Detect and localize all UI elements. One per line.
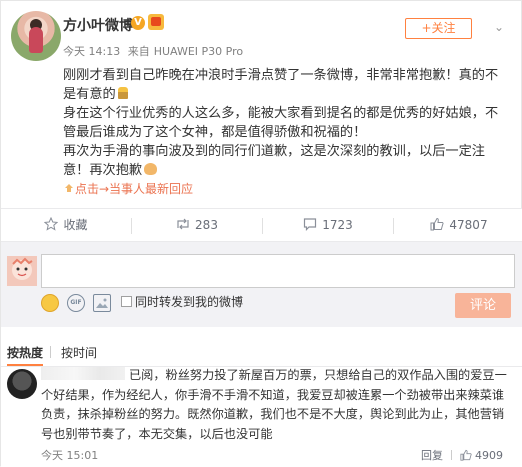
thumbs-up-icon bbox=[430, 211, 444, 231]
forward-checkbox[interactable] bbox=[121, 296, 132, 307]
submit-comment-button[interactable]: 评论 bbox=[455, 293, 511, 318]
post-body: 刚刚才看到自己昨晚在冲浪时手滑点赞了一条微博，非常非常抱歉！真的不是有意的 身在… bbox=[63, 66, 509, 199]
post-paragraph: 再次为手滑的事向波及到的同行们道歉，这是次深刻的教训，以后一定注意！再次抱歉 bbox=[63, 144, 485, 178]
comment-sort-bar: 按热度 按时间 bbox=[1, 327, 522, 367]
post-time[interactable]: 今天 14:13 bbox=[63, 45, 120, 58]
follow-button[interactable]: +关注 bbox=[405, 18, 472, 39]
user-avatar[interactable] bbox=[11, 11, 61, 61]
chevron-down-icon[interactable]: ⌄ bbox=[491, 19, 507, 35]
forward-label[interactable]: 同时转发到我的微博 bbox=[135, 293, 243, 310]
pointer-emoji-icon bbox=[63, 181, 75, 193]
post-paragraph: 刚刚才看到自己昨晚在冲浪时手滑点赞了一条微博，非常非常抱歉！真的不是有意的 bbox=[63, 68, 499, 102]
post-meta: 今天 14:13 来自 HUAWEI P30 Pro bbox=[63, 43, 247, 59]
post-source-label: 来自 bbox=[127, 45, 150, 58]
tab-sort-time[interactable]: 按时间 bbox=[61, 344, 97, 361]
my-avatar[interactable] bbox=[7, 256, 37, 286]
post-device[interactable]: HUAWEI P30 Pro bbox=[154, 45, 243, 58]
post-username[interactable]: 方小叶微博 bbox=[63, 15, 133, 35]
comment-button[interactable]: 1723 bbox=[263, 209, 393, 243]
comment-input[interactable] bbox=[41, 254, 515, 288]
comment-icon bbox=[303, 211, 317, 231]
verified-icon: V bbox=[131, 15, 149, 33]
post-paragraph: 身在这个行业优秀的人这么多，能被大家看到提名的都是优秀的好姑娘，不管最后谁成为了… bbox=[63, 106, 499, 140]
tab-sort-hot[interactable]: 按热度 bbox=[7, 344, 44, 366]
member-badge-icon[interactable] bbox=[148, 14, 164, 30]
image-icon[interactable] bbox=[93, 294, 111, 312]
commenter-name[interactable] bbox=[41, 367, 125, 380]
repost-button[interactable]: 283 bbox=[132, 209, 262, 243]
like-button[interactable]: 47807 bbox=[394, 209, 522, 243]
comment-time: 今天 15:01 bbox=[41, 449, 99, 462]
repost-icon bbox=[176, 211, 190, 230]
star-icon bbox=[44, 211, 59, 231]
action-bar: 收藏 283 1723 47807 bbox=[1, 208, 522, 242]
reply-link[interactable]: 点击→当事人最新回应 bbox=[63, 180, 509, 199]
reply-button[interactable]: 回复 bbox=[421, 449, 443, 462]
candle-emoji-icon bbox=[117, 87, 128, 99]
folded-hands-emoji-icon bbox=[144, 163, 158, 175]
comment-text: 已阅，粉丝努力投了新屋百万的票，只想给自己的双作品入围的爱豆一个好结果，作为经纪… bbox=[41, 367, 507, 441]
comment-like-button[interactable]: 4909 bbox=[460, 449, 503, 462]
gif-icon[interactable]: GIF bbox=[67, 294, 85, 312]
commenter-avatar[interactable] bbox=[7, 369, 37, 399]
comment-item: 已阅，粉丝努力投了新屋百万的票，只想给自己的双作品入围的爱豆一个好结果，作为经纪… bbox=[1, 367, 522, 467]
weibo-post-card: 方小叶微博 V 今天 14:13 来自 HUAWEI P30 Pro +关注 ⌄ … bbox=[0, 0, 522, 467]
thumbs-up-icon bbox=[460, 449, 472, 461]
avatar-figure bbox=[29, 27, 43, 53]
comment-composer: GIF 同时转发到我的微博 评论 bbox=[1, 242, 522, 327]
emoji-icon[interactable] bbox=[41, 294, 59, 312]
comment-ops: 回复 4909 bbox=[421, 447, 503, 463]
favorite-button[interactable]: 收藏 bbox=[1, 209, 131, 243]
